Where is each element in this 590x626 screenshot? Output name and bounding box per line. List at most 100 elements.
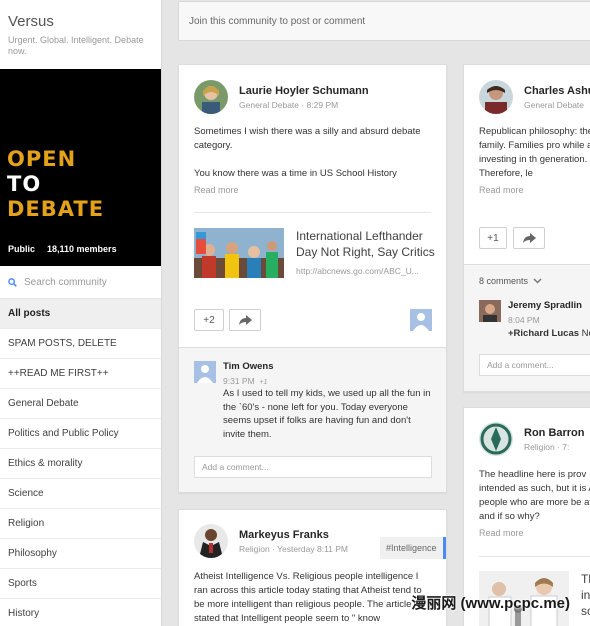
post-text: Atheist Intelligence Vs. Religious peopl…: [194, 571, 422, 624]
link-url[interactable]: http://abcnews.go.com/ABC_U...: [296, 266, 436, 276]
category-list: All posts SPAM POSTS, DELETE ++READ ME F…: [0, 299, 161, 626]
comment-time[interactable]: 8:04 PM: [508, 315, 590, 325]
search-placeholder: Search community: [24, 276, 107, 288]
comment-plus[interactable]: +1: [259, 379, 267, 386]
search-community[interactable]: Search community: [0, 266, 161, 299]
author-name[interactable]: Ron Barron: [524, 427, 585, 439]
divider: [479, 556, 590, 557]
post-body: Sometimes I wish there was a silly and a…: [194, 125, 429, 195]
post-time[interactable]: 7:: [562, 442, 569, 452]
post-meta: General Debate · 8:29 PM: [239, 99, 339, 110]
comment-text: As I used to tell my kids, we used up al…: [223, 388, 431, 440]
post-time[interactable]: 8:29 PM: [307, 100, 339, 110]
category-philosophy[interactable]: Philosophy: [0, 539, 161, 569]
link-title[interactable]: International Lefthander Day Not Right, …: [296, 228, 436, 260]
avatar[interactable]: [479, 422, 513, 456]
community-cover-image: OPEN TO DEBATE Public 18,110 members: [0, 69, 161, 266]
comment-author[interactable]: Jeremy Spradlin: [508, 300, 590, 311]
post-category[interactable]: Religion: [239, 544, 270, 554]
comment-mention[interactable]: +Richard Lucas: [508, 328, 579, 339]
divider: [179, 347, 446, 348]
post-author: Laurie Hoyler Schumann General Debate · …: [194, 80, 369, 114]
post-card: Charles Ashu General Debate Republican p…: [463, 64, 590, 392]
category-science[interactable]: Science: [0, 479, 161, 509]
cover-line-open: OPEN: [7, 147, 77, 171]
post-category[interactable]: Religion: [524, 442, 555, 452]
read-more-link[interactable]: Read more: [479, 528, 590, 538]
category-history[interactable]: History: [0, 599, 161, 626]
add-comment-placeholder: Add a comment...: [202, 462, 269, 472]
comment: Jeremy Spradlin 8:04 PM +Richard Lucas N…: [508, 300, 590, 339]
commenter-avatar[interactable]: [194, 361, 216, 383]
avatar[interactable]: [194, 524, 228, 558]
category-read-me-first[interactable]: ++READ ME FIRST++: [0, 359, 161, 389]
category-ethics[interactable]: Ethics & morality: [0, 449, 161, 479]
divider: [194, 212, 431, 213]
category-sports[interactable]: Sports: [0, 569, 161, 599]
comment-body: No: [581, 328, 590, 339]
author-meta: Markeyus Franks Religion · Yesterday 8:1…: [239, 529, 348, 554]
post-card: Markeyus Franks Religion · Yesterday 8:1…: [178, 509, 447, 626]
author-meta: Laurie Hoyler Schumann General Debate · …: [239, 85, 369, 110]
comment: Tim Owens 9:31 PM +1: [223, 361, 274, 386]
post-card: Laurie Hoyler Schumann General Debate · …: [178, 64, 447, 493]
add-comment-placeholder: Add a comment...: [487, 360, 554, 370]
visibility-label: Public: [8, 244, 36, 254]
post-text-2: You know there was a time in US School H…: [194, 168, 397, 179]
author-name[interactable]: Markeyus Franks: [239, 529, 348, 541]
category-spam-posts[interactable]: SPAM POSTS, DELETE: [0, 329, 161, 359]
share-button[interactable]: [513, 227, 545, 249]
post-body: Republican philosophy: the family. Famil…: [479, 125, 590, 195]
read-more-link[interactable]: Read more: [194, 185, 429, 195]
category-all-posts[interactable]: All posts: [0, 299, 161, 329]
plus-one-button[interactable]: +2: [194, 309, 224, 331]
join-community-prompt[interactable]: Join this community to post or comment: [178, 1, 590, 41]
hashtag-badge[interactable]: #Intelligence: [380, 537, 446, 559]
category-religion[interactable]: Religion: [0, 509, 161, 539]
comment-time[interactable]: 9:31 PM: [223, 376, 255, 386]
divider: [464, 264, 590, 265]
author-name[interactable]: Charles Ashu: [524, 85, 590, 97]
post-body: The headline here is prov intended as su…: [479, 468, 590, 538]
plus-one-button[interactable]: +1: [479, 227, 507, 249]
category-politics[interactable]: Politics and Public Policy: [0, 419, 161, 449]
page: Versus Urgent. Global. Intelligent. Deba…: [0, 0, 590, 626]
share-button[interactable]: [229, 309, 261, 331]
comment-author[interactable]: Tim Owens: [223, 361, 274, 372]
category-general-debate[interactable]: General Debate: [0, 389, 161, 419]
post-category[interactable]: General Debate: [524, 100, 590, 110]
author-meta: Ron Barron Religion · 7:: [524, 427, 585, 452]
post-author: Markeyus Franks Religion · Yesterday 8:1…: [194, 524, 348, 558]
author-name[interactable]: Laurie Hoyler Schumann: [239, 85, 369, 97]
avatar[interactable]: [194, 80, 228, 114]
add-comment-input[interactable]: Add a comment...: [194, 456, 432, 478]
read-more-link[interactable]: Read more: [479, 185, 590, 195]
community-sidebar: Versus Urgent. Global. Intelligent. Deba…: [0, 0, 162, 626]
link-thumbnail[interactable]: [194, 228, 284, 278]
join-prompt-text: Join this community to post or comment: [189, 15, 366, 27]
chevron-down-icon: [533, 278, 542, 284]
watermark-text: 漫丽网 (www.pcpc.me): [411, 595, 570, 612]
add-comment-input[interactable]: Add a comment...: [479, 354, 590, 376]
members-count[interactable]: 18,110 members: [47, 244, 117, 254]
plusser-avatar[interactable]: [410, 309, 432, 331]
cover-line-debate: DEBATE: [7, 197, 105, 221]
commenter-avatar[interactable]: [479, 300, 501, 322]
post-time[interactable]: Yesterday 8:11 PM: [277, 544, 348, 554]
post-author: Ron Barron Religion · 7:: [479, 422, 585, 456]
post-meta: Religion · 7:: [524, 441, 570, 452]
comments-count-toggle[interactable]: 8 comments: [479, 276, 542, 286]
community-stats: Public 18,110 members: [8, 244, 117, 254]
search-icon: [8, 277, 17, 287]
community-name[interactable]: Versus: [8, 13, 153, 30]
author-meta: Charles Ashu General Debate: [524, 85, 590, 110]
post-text-1: Sometimes I wish there was a silly and a…: [194, 126, 421, 151]
link-title[interactable]: Th in sc: [581, 571, 590, 619]
cover-line-to: TO: [7, 172, 42, 196]
avatar[interactable]: [479, 80, 513, 114]
community-header: Versus Urgent. Global. Intelligent. Deba…: [0, 0, 161, 69]
post-meta: Religion · Yesterday 8:11 PM: [239, 543, 349, 554]
post-category[interactable]: General Debate: [239, 100, 299, 110]
post-author: Charles Ashu General Debate: [479, 80, 590, 114]
post-text: The headline here is prov intended as su…: [479, 469, 590, 522]
